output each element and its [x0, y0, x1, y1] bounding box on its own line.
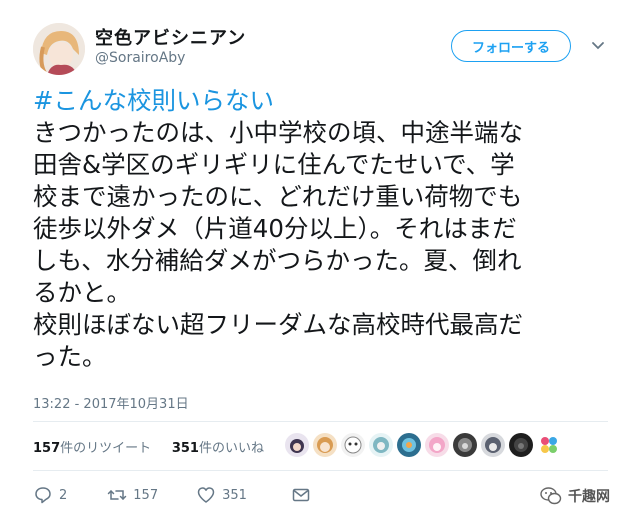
reply-button[interactable]: 2 [33, 485, 67, 505]
retweet-stat[interactable]: 157件のリツイート [33, 441, 151, 456]
liker-avatar[interactable] [537, 433, 561, 457]
reply-icon [35, 487, 51, 504]
tweet-line: 校則ほぼない超フリーダムな高校時代最高だ [33, 310, 523, 339]
wechat-icon [540, 487, 562, 505]
chevron-down-icon[interactable] [590, 37, 606, 53]
retweet-button[interactable]: 157 [107, 485, 158, 505]
tweet-text: #こんな校則いらない きつかったのは、小中学校の頃、中途半端な 田舎&学区のギリ… [33, 85, 623, 373]
direct-message-button[interactable] [291, 485, 311, 505]
like-button[interactable]: 351 [196, 485, 247, 505]
envelope-icon [292, 488, 310, 502]
liker-avatar[interactable] [397, 433, 421, 457]
retweet-stat-count: 157 [33, 441, 61, 456]
tweet-timestamp[interactable]: 13:22 - 2017年10月31日 [33, 393, 189, 412]
tweet-line: 校まで遠かったのに、どれだけ重い荷物でも [33, 182, 523, 211]
heart-icon [197, 487, 215, 503]
retweet-stat-label: 件のリツイート [60, 441, 152, 456]
tweet-stats: 157件のリツイート 351件のいいね [33, 437, 264, 456]
liker-avatar[interactable] [313, 433, 337, 457]
tweet-line: 徒歩以外ダメ（片道40分以上）。それはまだ [33, 214, 517, 243]
retweet-count: 157 [133, 487, 159, 503]
like-stat[interactable]: 351件のいいね [172, 441, 264, 456]
tweet-line: 田舎&学区のギリギリに住んでたせいで、学 [33, 150, 515, 179]
liker-avatar[interactable] [341, 433, 365, 457]
liker-avatar[interactable] [285, 433, 309, 457]
tweet-line: しも、水分補給ダメがつらかった。夏、倒れ [33, 246, 522, 275]
like-stat-count: 351 [171, 441, 199, 456]
liker-avatar[interactable] [369, 433, 393, 457]
user-avatar[interactable] [33, 23, 85, 75]
watermark-text: 千趣网 [568, 489, 610, 505]
divider [33, 470, 608, 471]
liker-avatars [285, 433, 565, 457]
liker-avatar[interactable] [481, 433, 505, 457]
reply-count: 2 [59, 487, 68, 503]
tweet-line: るかと。 [33, 278, 131, 307]
tweet-actions: 2 157 351 [33, 485, 311, 505]
like-stat-label: 件のいいね [198, 441, 264, 456]
liker-avatar[interactable] [453, 433, 477, 457]
watermark: 千趣网 [540, 486, 610, 506]
display-name[interactable]: 空色アビシニアン [95, 24, 246, 50]
tweet-line: きつかったのは、小中学校の頃、中途半端な [33, 118, 523, 147]
liker-avatar[interactable] [425, 433, 449, 457]
tweet-line: った。 [33, 342, 107, 371]
follow-button[interactable]: フォローする [451, 30, 571, 62]
retweet-icon [108, 489, 127, 501]
user-handle[interactable]: @SorairoAby [95, 50, 185, 66]
hashtag-link[interactable]: #こんな校則いらない [33, 85, 623, 117]
like-count: 351 [222, 487, 247, 503]
divider [33, 421, 608, 422]
liker-avatar[interactable] [509, 433, 533, 457]
